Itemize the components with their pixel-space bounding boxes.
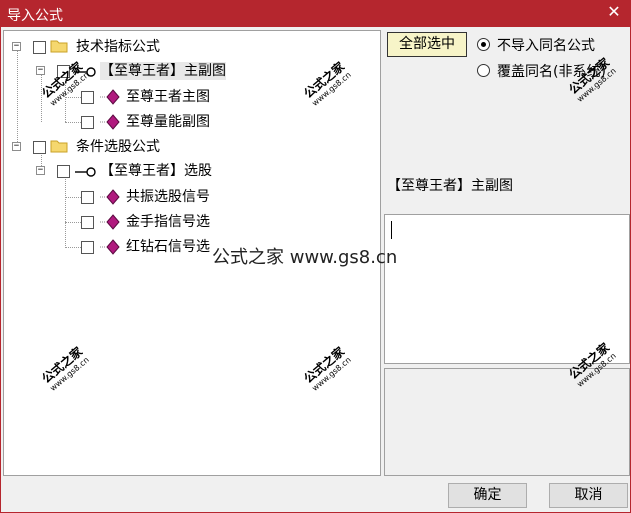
folder-icon [50, 40, 68, 53]
tree-node-stock-selection[interactable]: − 条件选股公式 [4, 137, 374, 159]
tree-node-formula[interactable]: 至尊量能副图 [4, 111, 374, 133]
checkbox[interactable] [81, 241, 94, 254]
selected-formula-name: 【至尊王者】主副图 [387, 178, 513, 194]
checkbox[interactable] [81, 191, 94, 204]
dialog-body: − 技术指标公式 − 【至尊王者】主副图 至尊王者主图 至尊量能副图 − 条件选… [0, 27, 631, 513]
formula-icon [100, 214, 120, 230]
tree-node-formula[interactable]: 共振选股信号 [4, 186, 374, 208]
notes-panel [384, 368, 630, 476]
tree-node-label: 至尊量能副图 [126, 114, 210, 130]
formula-icon [100, 89, 120, 105]
checkbox[interactable] [33, 141, 46, 154]
tree-node-label: 技术指标公式 [76, 39, 160, 55]
title-bar: 导入公式 ✕ [0, 0, 631, 27]
tree-node-label: 【至尊王者】选股 [100, 163, 212, 179]
checkbox[interactable] [81, 216, 94, 229]
tree-node-label: 共振选股信号 [126, 189, 210, 205]
watermark: 公式之家 www.gs8.cn [39, 344, 91, 393]
folder-icon [50, 140, 68, 153]
formula-icon [100, 189, 120, 205]
formula-icon [100, 239, 120, 255]
tree-node-label: 金手指信号选 [126, 214, 210, 230]
collapse-icon[interactable]: − [12, 42, 21, 51]
checkbox[interactable] [81, 91, 94, 104]
checkbox[interactable] [33, 41, 46, 54]
collapse-icon[interactable]: − [36, 166, 45, 175]
window-title: 导入公式 [7, 8, 63, 24]
tree-node-label: 条件选股公式 [76, 139, 160, 155]
checkbox[interactable] [81, 116, 94, 129]
select-all-button[interactable]: 全部选中 [387, 32, 467, 57]
tree-node-label: 至尊王者主图 [126, 89, 210, 105]
radio-label: 不导入同名公式 [497, 38, 595, 54]
tree-node-formula[interactable]: 金手指信号选 [4, 211, 374, 233]
key-icon [75, 167, 96, 177]
collapse-icon[interactable]: − [36, 66, 45, 75]
radio-button[interactable] [477, 64, 490, 77]
close-icon[interactable]: ✕ [605, 3, 623, 21]
radio-no-import[interactable]: 不导入同名公式 [475, 35, 625, 55]
formula-icon [100, 114, 120, 130]
collapse-icon[interactable]: − [12, 142, 21, 151]
checkbox[interactable] [57, 165, 70, 178]
ok-button[interactable]: 确定 [448, 483, 527, 508]
description-textbox[interactable] [384, 214, 630, 364]
watermark: 公式之家 www.gs8.cn [301, 344, 353, 393]
center-watermark: 公式之家 www.gs8.cn [212, 247, 398, 268]
tree-node-tech-indicators[interactable]: − 技术指标公式 [4, 37, 374, 59]
tree-node-label: 【至尊王者】主副图 [100, 62, 226, 80]
radio-button[interactable] [477, 38, 490, 51]
tree-node-stock-formula[interactable]: − 【至尊王者】选股 [4, 161, 374, 183]
text-caret [391, 221, 392, 239]
tree-node-label: 红钻石信号选 [126, 239, 210, 255]
cancel-button[interactable]: 取消 [549, 483, 628, 508]
